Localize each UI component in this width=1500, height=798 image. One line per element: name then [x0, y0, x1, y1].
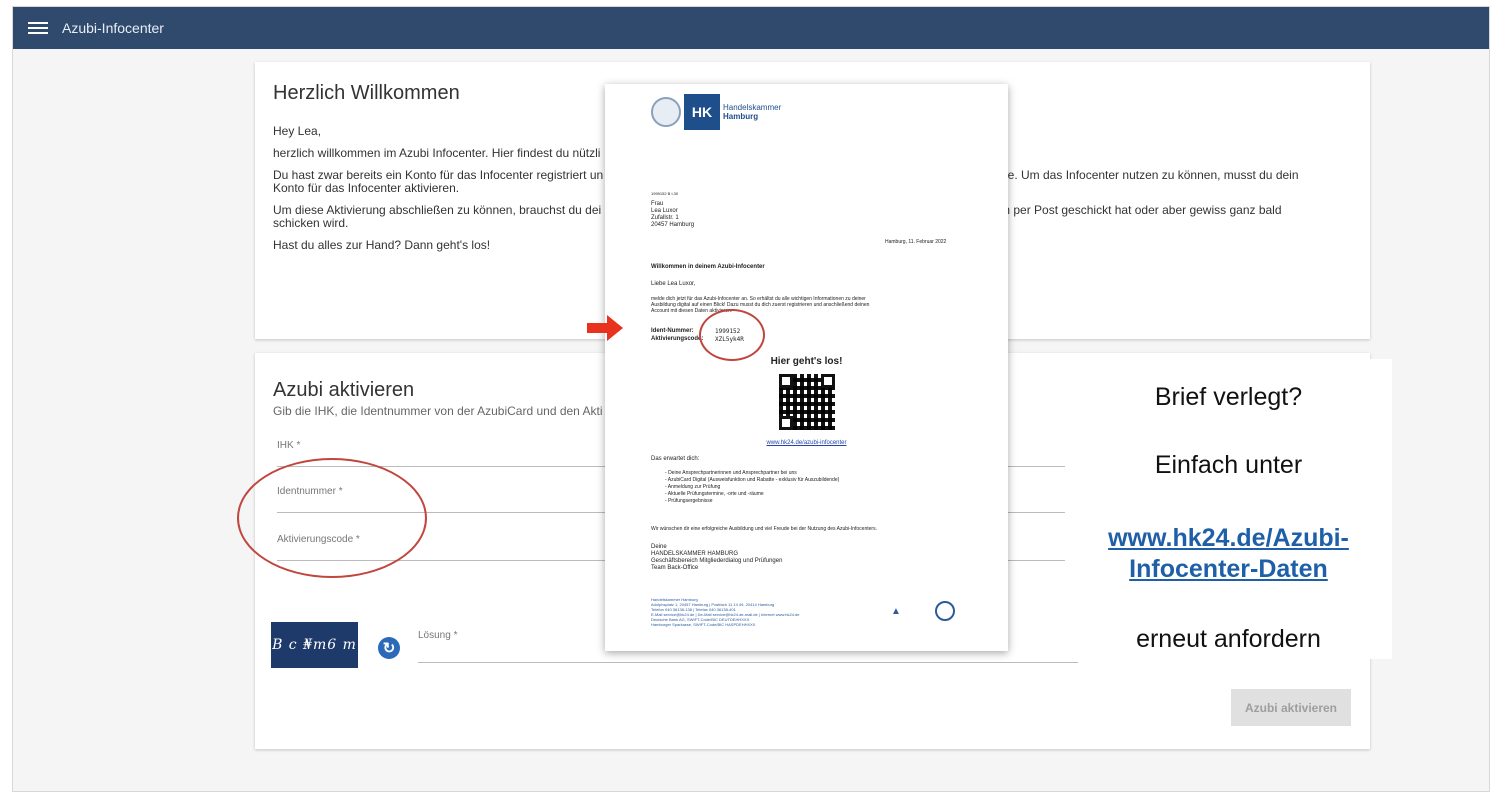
letter-wish: Wir wünschen dir eine erfolgreiche Ausbi… — [651, 526, 877, 532]
refresh-captcha-icon[interactable]: ↻ — [378, 637, 400, 659]
activate-heading: Azubi aktivieren — [273, 379, 415, 401]
letter-link: www.hk24.de/azubi-infocenter — [766, 440, 847, 446]
loesung-label: Lösung * — [418, 630, 458, 641]
red-arrow-icon — [587, 315, 623, 341]
letter-reference: 1999152 B t.30 — [651, 191, 679, 196]
captcha-image: B c ₦m6 m — [271, 622, 358, 668]
ihk-label: IHK * — [277, 440, 301, 451]
letter-start-heading: Hier geht's los! — [770, 356, 843, 367]
notice-line-3: erneut anfordern — [1136, 625, 1321, 653]
notice-line-1: Brief verlegt? — [1154, 383, 1303, 411]
app-bar: Azubi-Infocenter — [13, 7, 1489, 49]
letter-salutation: Liebe Lea Luxor, — [651, 281, 696, 287]
certification-icon: ▲ — [891, 606, 901, 617]
seal-badge-icon — [935, 601, 955, 621]
letter-body: melde dich jetzt für das Azubi-Infocente… — [651, 296, 870, 314]
letter-signature: Deine HANDELSKAMMER HAMBURG Geschäftsberei… — [651, 544, 783, 571]
annotation-circle-letter — [699, 309, 765, 361]
app-title: Azubi-Infocenter — [62, 20, 164, 36]
letter-ident-label: Ident-Nummer: — [651, 328, 694, 334]
notice-box: Brief verlegt? Einfach unter www.hk24.de… — [1065, 359, 1392, 659]
hk-logo-name: Handelskammer Hamburg — [723, 103, 782, 121]
hamburg-seal-icon — [651, 97, 681, 127]
hamburger-menu-icon[interactable] — [28, 22, 48, 34]
letter-subject: Willkommen in deinem Azubi-Infocenter — [651, 264, 765, 270]
browser-viewport: Azubi-Infocenter Herzlich Willkommen Hey… — [12, 6, 1490, 792]
hk-logo-mark: HK — [684, 94, 720, 130]
letter-list: - Deine Ansprechpartnerinnen und Ansprec… — [665, 470, 840, 504]
qr-code-icon — [779, 374, 835, 430]
annotation-circle-fields — [237, 458, 427, 578]
azubi-aktivieren-button[interactable]: Azubi aktivieren — [1231, 689, 1351, 726]
notice-link[interactable]: www.hk24.de/Azubi- Infocenter-Daten — [1065, 523, 1392, 585]
letter-code-label: Aktivierungscode: — [651, 336, 704, 342]
notice-line-2: Einfach unter — [1154, 451, 1303, 479]
letter-footer: Handelskammer Hamburg Adolphsplatz 1, 204… — [651, 597, 800, 627]
activate-subtitle: Gib die IHK, die Identnummer von der Azu… — [273, 404, 603, 418]
letter-date: Hamburg, 11. Februar 2022 — [885, 239, 947, 245]
hk-logo: HK Handelskammer Hamburg — [651, 94, 781, 130]
letter-expect: Das erwartet dich: — [651, 456, 700, 462]
letter-overlay: HK Handelskammer Hamburg 1999152 B t.30 F… — [605, 84, 1008, 651]
letter-address: Frau Lea Luxor Zufallstr. 1 20457 Hamburg — [651, 201, 695, 228]
